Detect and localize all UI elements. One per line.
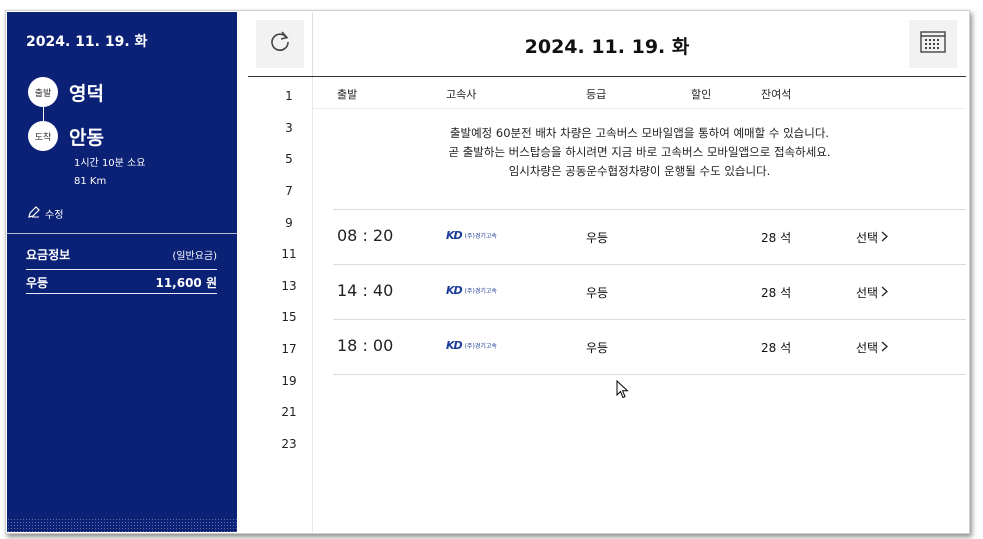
schedule-list-end-rule (333, 374, 966, 375)
company-logo: KD (주)경기고속 (446, 229, 497, 242)
fare-title: 요금정보 (26, 248, 71, 262)
select-button[interactable]: 선택 (856, 229, 889, 246)
schedule-row: 14 : 40 KD (주)경기고속 우등 28 석 선택 (333, 264, 966, 320)
company-name: (주)경기고속 (464, 288, 497, 295)
schedule-panel: 2024. 11. 19. 화 1 3 5 7 9 11 13 15 17 19… (248, 12, 966, 532)
fare-divider-top (26, 269, 217, 270)
hour-item[interactable]: 17 (248, 342, 330, 356)
select-button[interactable]: 선택 (856, 339, 889, 356)
column-header-departure: 출발 (337, 88, 358, 101)
company-name: (주)경기고속 (464, 343, 497, 350)
departure-time: 14 : 40 (337, 281, 394, 300)
trip-distance: 81 Km (74, 176, 107, 187)
bus-grade: 우등 (586, 231, 609, 245)
fare-header: 요금정보 (일반요금) (26, 246, 217, 263)
edit-label: 수정 (45, 210, 64, 221)
company-logo: KD (주)경기고속 (446, 339, 497, 352)
departure-time: 08 : 20 (337, 226, 394, 245)
trip-duration: 1시간 10분 소요 (74, 158, 146, 169)
mouse-pointer-icon (616, 379, 630, 404)
calendar-button[interactable] (909, 20, 957, 68)
schedule-row: 08 : 20 KD (주)경기고속 우등 28 석 선택 (333, 209, 966, 265)
departure-badge: 출발 (28, 77, 58, 107)
edit-route-button[interactable]: 수정 (27, 205, 63, 222)
hour-item[interactable]: 11 (248, 247, 330, 261)
select-label: 선택 (856, 341, 879, 355)
route-sidebar: 2024. 11. 19. 화 출발 영덕 도착 안동 1시간 10분 소요 8… (7, 12, 237, 532)
sidebar-dotted-footer (7, 518, 237, 532)
hour-item[interactable]: 21 (248, 405, 330, 419)
arrival-badge: 도착 (28, 121, 58, 151)
hour-item[interactable]: 1 (248, 89, 330, 103)
arrival-city: 안동 (69, 127, 104, 149)
sidebar-date: 2024. 11. 19. 화 (26, 34, 148, 50)
bus-grade: 우등 (586, 341, 609, 355)
notice-line: 출발예정 60분전 배차 차량은 고속버스 모바일앱을 통하여 예매할 수 있습… (449, 126, 830, 140)
select-button[interactable]: 선택 (856, 284, 889, 301)
bus-grade: 우등 (586, 286, 609, 300)
edit-icon (27, 205, 41, 222)
company-logo-mark: KD (446, 284, 463, 297)
fare-divider-bottom (26, 293, 217, 294)
departure-time: 18 : 00 (337, 336, 394, 355)
remaining-seats: 28 석 (761, 231, 792, 245)
header-rule (248, 76, 966, 77)
schedule-date-title: 2024. 11. 19. 화 (524, 36, 690, 58)
column-header-rule (313, 108, 966, 109)
hour-item[interactable]: 9 (248, 216, 330, 230)
column-header-company: 고속사 (446, 88, 477, 101)
hour-item[interactable]: 7 (248, 184, 330, 198)
select-label: 선택 (856, 231, 879, 245)
company-name: (주)경기고속 (464, 233, 497, 240)
hour-item[interactable]: 13 (248, 279, 330, 293)
booking-notice: 출발예정 60분전 배차 차량은 고속버스 모바일앱을 통하여 예매할 수 있습… (313, 124, 966, 181)
chevron-right-icon (881, 231, 889, 245)
company-logo-mark: KD (446, 339, 463, 352)
fare-type: (일반요금) (172, 251, 217, 262)
chevron-right-icon (881, 286, 889, 300)
notice-line: 임시차량은 공동운수협정차량이 운행될 수도 있습니다. (508, 164, 771, 178)
company-logo: KD (주)경기고속 (446, 284, 497, 297)
remaining-seats: 28 석 (761, 341, 792, 355)
notice-line: 곧 출발하는 버스탑승을 하시려면 지금 바로 고속버스 모바일앱으로 접속하세… (448, 145, 831, 159)
fare-amount: 11,600 원 (155, 276, 217, 290)
calendar-icon (920, 30, 946, 58)
select-label: 선택 (856, 286, 879, 300)
column-header-discount: 할인 (691, 88, 712, 101)
hour-item[interactable]: 23 (248, 437, 330, 451)
column-header-grade: 등급 (586, 88, 607, 101)
remaining-seats: 28 석 (761, 286, 792, 300)
hour-filter-column (248, 77, 313, 532)
sidebar-divider (7, 233, 237, 234)
hour-item[interactable]: 15 (248, 310, 330, 324)
hour-item[interactable]: 19 (248, 374, 330, 388)
departure-city: 영덕 (69, 83, 104, 105)
fare-row: 우등 11,600 원 (26, 274, 217, 291)
chevron-right-icon (881, 341, 889, 355)
company-logo-mark: KD (446, 229, 463, 242)
fare-grade: 우등 (26, 276, 49, 290)
column-header-seats: 잔여석 (761, 88, 792, 101)
schedule-row: 18 : 00 KD (주)경기고속 우등 28 석 선택 (333, 319, 966, 375)
